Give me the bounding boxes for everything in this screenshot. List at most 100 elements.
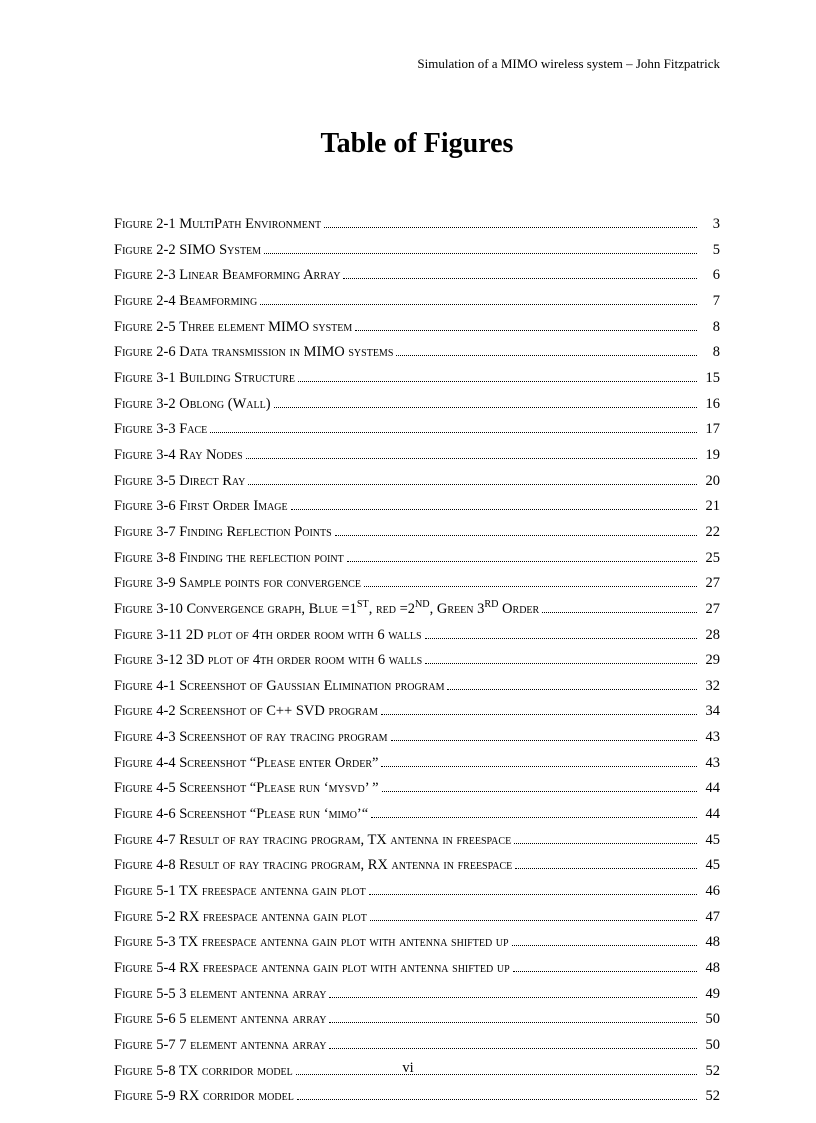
tof-prefix: Figure — [114, 806, 156, 822]
tof-row: Figure 2-6 Data transmission in MIMO sys… — [114, 340, 720, 366]
tof-entry-label: Figure 2-6 Data transmission in MIMO sys… — [114, 340, 393, 366]
tof-page-number: 6 — [700, 263, 720, 289]
tof-prefix: Figure — [114, 780, 156, 796]
tof-entry-label: Figure 4-7 Result of ray tracing program… — [114, 828, 511, 854]
tof-prefix: Figure — [114, 627, 156, 643]
tof-leader — [381, 706, 697, 716]
tof-page-number: 50 — [700, 1007, 720, 1033]
tof-prefix: Figure — [114, 473, 156, 489]
tof-entry-label: Figure 5-2 RX freespace antenna gain plo… — [114, 905, 367, 931]
tof-row: Figure 4-1 Screenshot of Gaussian Elimin… — [114, 674, 720, 700]
tof-leader — [369, 885, 697, 895]
tof-caption: freespace antenna gain plot — [203, 909, 367, 925]
tof-prefix: Figure — [114, 1088, 156, 1104]
tof-row: Figure 3-2 Oblong (Wall)16 — [114, 392, 720, 418]
tof-page-number: 15 — [700, 366, 720, 392]
tof-caption: Convergence graph, Blue =1ST, red =2ND, … — [186, 601, 539, 617]
tof-caption: freespace antenna gain plot with antenna… — [202, 934, 509, 950]
tof-leader — [335, 526, 697, 536]
tof-prefix: Figure — [114, 575, 156, 591]
tof-page-number: 34 — [700, 699, 720, 725]
tof-prefix: Figure — [114, 601, 156, 617]
tof-prefix: Figure — [114, 652, 156, 668]
tof-leader — [382, 783, 697, 793]
tof-caption: Face — [179, 421, 207, 437]
tof-page-number: 48 — [700, 956, 720, 982]
tof-number: 4-8 — [156, 857, 179, 873]
tof-row: Figure 3-9 Sample points for convergence… — [114, 571, 720, 597]
tof-prefix: Figure — [114, 678, 156, 694]
tof-prefix: Figure — [114, 242, 156, 258]
tof-caption: freespace antenna gain plot with antenna… — [203, 960, 510, 976]
tof-prefix: Figure — [114, 832, 156, 848]
page-number: vi — [0, 1060, 816, 1077]
tof-page-number: 44 — [700, 802, 720, 828]
running-head: Simulation of a MIMO wireless system – J… — [114, 56, 720, 72]
tof-prefix: Figure — [114, 909, 156, 925]
tof-prefix: Figure — [114, 934, 156, 950]
tof-entry-label: Figure 3-5 Direct Ray — [114, 469, 245, 495]
tof-prefix: Figure — [114, 960, 156, 976]
tof-number: 5-4 RX — [156, 960, 203, 976]
tof-entry-label: Figure 4-5 Screenshot “Please run ‘mysvd… — [114, 776, 379, 802]
tof-leader — [512, 937, 697, 947]
tof-leader — [396, 347, 697, 357]
tof-row: Figure 3-8 Finding the reflection point2… — [114, 546, 720, 572]
tof-page-number: 45 — [700, 853, 720, 879]
tof-leader — [355, 321, 697, 331]
tof-row: Figure 2-5 Three element MIMO system8 — [114, 315, 720, 341]
tof-leader — [246, 449, 697, 459]
tof-caption: Ray Nodes — [179, 447, 242, 463]
tof-page-number: 19 — [700, 443, 720, 469]
tof-entry-label: Figure 3-9 Sample points for convergence — [114, 571, 361, 597]
tof-prefix: Figure — [114, 703, 156, 719]
tof-caption: First Order Image — [179, 498, 287, 514]
tof-row: Figure 3-10 Convergence graph, Blue =1ST… — [114, 597, 720, 623]
tof-page-number: 32 — [700, 674, 720, 700]
tof-leader — [210, 424, 697, 434]
tof-row: Figure 4-2 Screenshot of C++ SVD program… — [114, 699, 720, 725]
tof-row: Figure 2-2 SIMO System5 — [114, 238, 720, 264]
tof-number: 5-3 TX — [156, 934, 202, 950]
tof-row: Figure 5-2 RX freespace antenna gain plo… — [114, 905, 720, 931]
tof-number: 5-2 RX — [156, 909, 203, 925]
tof-entry-label: Figure 3-7 Finding Reflection Points — [114, 520, 332, 546]
tof-number: 4-6 — [156, 806, 179, 822]
tof-entry-label: Figure 4-8 Result of ray tracing program… — [114, 853, 512, 879]
tof-page-number: 22 — [700, 520, 720, 546]
tof-prefix: Figure — [114, 986, 156, 1002]
tof-caption: Direct Ray — [179, 473, 245, 489]
tof-page-number: 8 — [700, 340, 720, 366]
tof-caption: Screenshot “Please run ‘mysvd’ ” — [179, 780, 378, 796]
tof-entry-label: Figure 3-12 3D plot of 4th order room wi… — [114, 648, 422, 674]
tof-prefix: Figure — [114, 447, 156, 463]
tof-number: 2-1 — [156, 216, 179, 232]
tof-page-number: 29 — [700, 648, 720, 674]
tof-page-number: 44 — [700, 776, 720, 802]
tof-number: 4-3 — [156, 729, 179, 745]
tof-caption: Result of ray tracing program, RX antenn… — [179, 857, 512, 873]
tof-page-number: 43 — [700, 725, 720, 751]
tof-caption: Linear Beamforming Array — [179, 267, 340, 283]
tof-number: 4-4 — [156, 755, 179, 771]
tof-entry-label: Figure 3-2 Oblong (Wall) — [114, 392, 271, 418]
tof-leader — [264, 244, 697, 254]
tof-number: 3-1 — [156, 370, 179, 386]
tof-entry-label: Figure 2-5 Three element MIMO system — [114, 315, 352, 341]
tof-entry-label: Figure 2-2 SIMO System — [114, 238, 261, 264]
tof-row: Figure 2-4 Beamforming7 — [114, 289, 720, 315]
tof-entry-label: Figure 3-1 Building Structure — [114, 366, 295, 392]
tof-row: Figure 5-3 TX freespace antenna gain plo… — [114, 930, 720, 956]
tof-leader — [515, 860, 697, 870]
tof-caption: Screenshot “Please enter Order” — [179, 755, 378, 771]
tof-caption: element antenna array — [190, 1011, 326, 1027]
tof-entry-label: Figure 4-6 Screenshot “Please run ‘mimo’… — [114, 802, 368, 828]
tof-entry-label: Figure 5-3 TX freespace antenna gain plo… — [114, 930, 509, 956]
tof-leader — [347, 552, 697, 562]
tof-entry-label: Figure 3-11 2D plot of 4th order room wi… — [114, 623, 422, 649]
tof-caption: Sample points for convergence — [179, 575, 361, 591]
tof-leader — [371, 808, 697, 818]
tof-leader — [381, 757, 697, 767]
tof-caption: freespace antenna gain plot — [202, 883, 366, 899]
tof-prefix: Figure — [114, 883, 156, 899]
